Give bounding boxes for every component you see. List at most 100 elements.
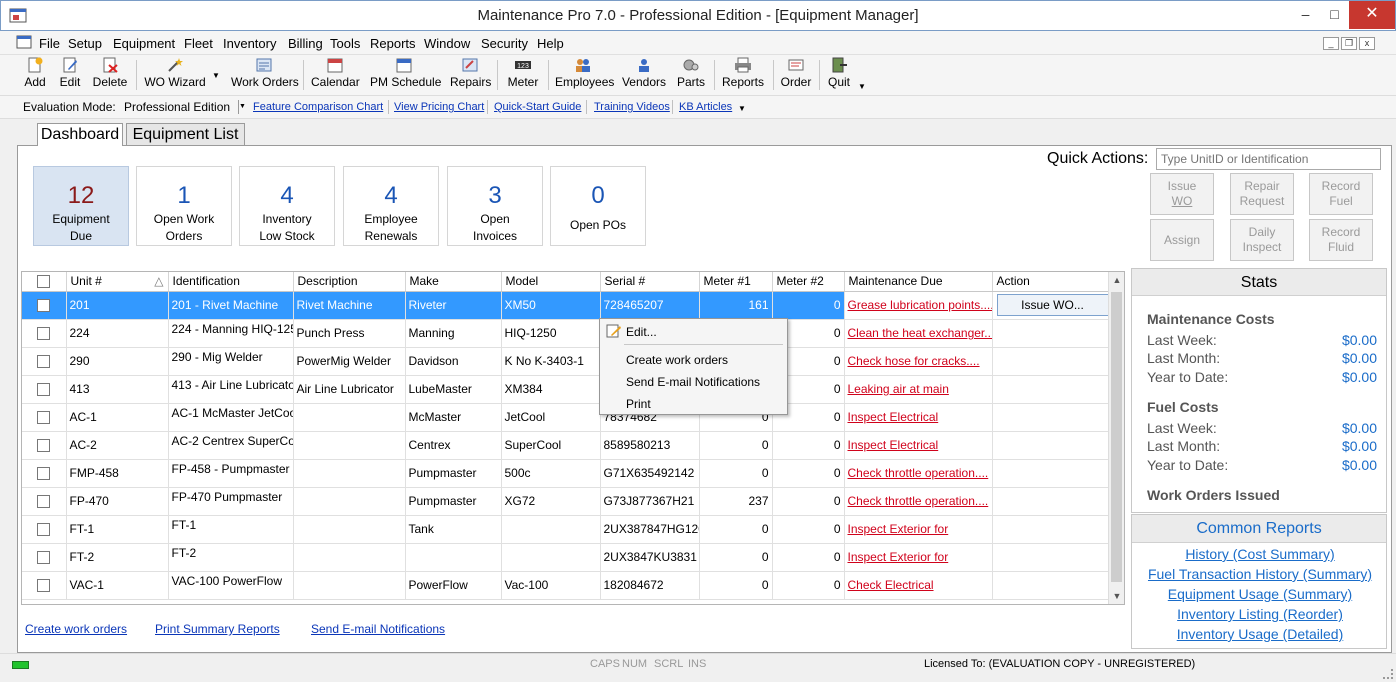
scroll-up-icon[interactable]: ▲ — [1109, 272, 1124, 288]
tile-open-work-orders[interactable]: 1 Open Work Orders — [136, 166, 232, 246]
tab-equipment-list[interactable]: Equipment List — [126, 123, 245, 146]
cell-action[interactable] — [992, 375, 1110, 404]
tile-open-pos[interactable]: 0 Open POs — [550, 166, 646, 246]
assign-button[interactable]: Assign — [1150, 219, 1214, 261]
column-header-unit[interactable]: Unit # △ — [66, 272, 169, 292]
checkbox[interactable] — [37, 355, 51, 369]
pricing-chart-link[interactable]: View Pricing Chart — [394, 101, 484, 113]
cell-action[interactable] — [992, 543, 1110, 572]
cell-maintenance-due[interactable]: Inspect Electrical — [844, 403, 993, 432]
grid-vertical-scrollbar[interactable]: ▲ ▼ — [1108, 272, 1124, 604]
menu-window[interactable]: Window — [424, 36, 470, 51]
resize-grip-icon[interactable] — [1383, 669, 1393, 679]
tile-inventory-low-stock[interactable]: 4 Inventory Low Stock — [239, 166, 335, 246]
menu-inventory[interactable]: Inventory — [223, 36, 276, 51]
row-checkbox[interactable] — [22, 291, 67, 320]
evaluation-mode-select[interactable]: Professional Edition ▼ — [121, 98, 248, 116]
cell-action[interactable] — [992, 319, 1110, 348]
checkbox[interactable] — [37, 411, 51, 425]
column-header-model[interactable]: Model — [501, 272, 601, 292]
cell-maintenance-due[interactable]: Check Electrical — [844, 571, 993, 600]
checkbox[interactable] — [37, 579, 51, 593]
row-checkbox[interactable] — [22, 487, 67, 516]
row-checkbox[interactable] — [22, 515, 67, 544]
column-header-serial[interactable]: Serial # — [600, 272, 700, 292]
table-row[interactable]: VAC-1 VAC-100 PowerFlow PowerFlow Vac-100 18… — [22, 571, 1110, 600]
cell-action[interactable] — [992, 403, 1110, 432]
issue-wo-row-button[interactable]: Issue WO... — [996, 294, 1108, 316]
menu-security[interactable]: Security — [481, 36, 528, 51]
repair-request-button[interactable]: Repair Request — [1230, 173, 1294, 215]
checkbox[interactable] — [37, 467, 51, 481]
cell-action[interactable]: Issue WO... — [992, 291, 1110, 320]
mdi-minimize-button[interactable]: _ — [1323, 37, 1339, 50]
minimize-button[interactable]: – — [1291, 1, 1320, 29]
cell-maintenance-due[interactable]: Inspect Exterior for — [844, 515, 993, 544]
row-checkbox[interactable] — [22, 319, 67, 348]
cell-maintenance-due[interactable]: Leaking air at main — [844, 375, 993, 404]
column-header-meter1[interactable]: Meter #1 — [699, 272, 773, 292]
row-checkbox[interactable] — [22, 571, 67, 600]
row-checkbox[interactable] — [22, 543, 67, 572]
cell-maintenance-due[interactable]: Check hose for cracks.... — [844, 347, 993, 376]
cell-maintenance-due[interactable]: Grease lubrication points..... — [844, 291, 993, 320]
row-checkbox[interactable] — [22, 347, 67, 376]
parts-button[interactable]: Parts — [676, 57, 706, 93]
calendar-button[interactable]: Calendar — [311, 57, 360, 93]
reports-button[interactable]: Reports — [721, 57, 765, 93]
cell-maintenance-due[interactable]: Check throttle operation.... — [844, 459, 993, 488]
context-menu-edit[interactable]: Edit... — [626, 325, 657, 339]
menu-fleet[interactable]: Fleet — [184, 36, 213, 51]
tile-equipment-due[interactable]: 12 Equipment Due — [33, 166, 129, 246]
close-button[interactable]: ✕ — [1349, 1, 1395, 29]
row-checkbox[interactable] — [22, 431, 67, 460]
table-row[interactable]: FT-2 FT-2 2UX3847KU3831 0 0 Inspect Exterior … — [22, 543, 1110, 572]
table-row[interactable]: 201 201 - Rivet Machine Rivet Machine Rivet… — [22, 291, 1110, 320]
table-row[interactable]: AC-2 AC-2 Centrex SuperCool Centrex SuperCo… — [22, 431, 1110, 460]
tile-employee-renewals[interactable]: 4 Employee Renewals — [343, 166, 439, 246]
column-header-make[interactable]: Make — [405, 272, 502, 292]
print-summary-reports-link[interactable]: Print Summary Reports — [155, 622, 280, 636]
scrollbar-thumb[interactable] — [1111, 292, 1122, 582]
wo-wizard-button[interactable]: WO Wizard — [144, 57, 206, 93]
cell-maintenance-due[interactable]: Check throttle operation.... — [844, 487, 993, 516]
cell-action[interactable] — [992, 515, 1110, 544]
toolbar-overflow-icon[interactable]: ▼ — [858, 82, 866, 91]
select-all-checkbox[interactable] — [22, 272, 67, 292]
document-icon[interactable] — [16, 35, 32, 50]
context-menu-send-email[interactable]: Send E-mail Notifications — [626, 375, 760, 389]
inventory-listing-link[interactable]: Inventory Listing (Reorder) — [1132, 606, 1388, 622]
training-videos-link[interactable]: Training Videos — [594, 101, 670, 113]
menu-equipment[interactable]: Equipment — [113, 36, 175, 51]
row-checkbox[interactable] — [22, 375, 67, 404]
record-fuel-button[interactable]: Record Fuel — [1309, 173, 1373, 215]
menu-file[interactable]: File — [39, 36, 60, 51]
order-button[interactable]: Order — [780, 57, 812, 93]
inventory-usage-link[interactable]: Inventory Usage (Detailed) — [1132, 626, 1388, 642]
pm-schedule-button[interactable]: PM Schedule — [370, 57, 441, 93]
column-header-meter2[interactable]: Meter #2 — [772, 272, 845, 292]
record-fluid-button[interactable]: Record Fluid — [1309, 219, 1373, 261]
chevron-down-icon[interactable]: ▼ — [238, 100, 246, 114]
delete-button[interactable]: Delete — [91, 57, 129, 93]
cell-action[interactable] — [992, 459, 1110, 488]
menu-reports[interactable]: Reports — [370, 36, 416, 51]
maximize-button[interactable]: □ — [1320, 1, 1349, 29]
table-row[interactable]: FMP-458 FP-458 - Pumpmaster Pumpmaster 500c… — [22, 459, 1110, 488]
vendors-button[interactable]: Vendors — [621, 57, 667, 93]
table-row[interactable]: FT-1 FT-1 Tank 2UX387847HG120 0 0 Inspect Exte… — [22, 515, 1110, 544]
cell-maintenance-due[interactable]: Clean the heat exchanger..... — [844, 319, 993, 348]
table-row[interactable]: AC-1 AC-1 McMaster JetCool McMaster JetCool… — [22, 403, 1110, 432]
column-header-description[interactable]: Description — [293, 272, 406, 292]
add-button[interactable]: Add — [20, 57, 50, 93]
cell-action[interactable] — [992, 487, 1110, 516]
checkbox[interactable] — [37, 439, 51, 453]
menu-billing[interactable]: Billing — [288, 36, 323, 51]
table-row[interactable]: 224 224 - Manning HIQ-1250 Punch Press Mann… — [22, 319, 1110, 348]
cell-action[interactable] — [992, 431, 1110, 460]
edit-button[interactable]: Edit — [56, 57, 84, 93]
menu-setup[interactable]: Setup — [68, 36, 102, 51]
mdi-restore-button[interactable]: ❐ — [1341, 37, 1357, 50]
feature-comparison-link[interactable]: Feature Comparison Chart — [253, 101, 383, 113]
context-menu-create-work-orders[interactable]: Create work orders — [626, 353, 728, 367]
